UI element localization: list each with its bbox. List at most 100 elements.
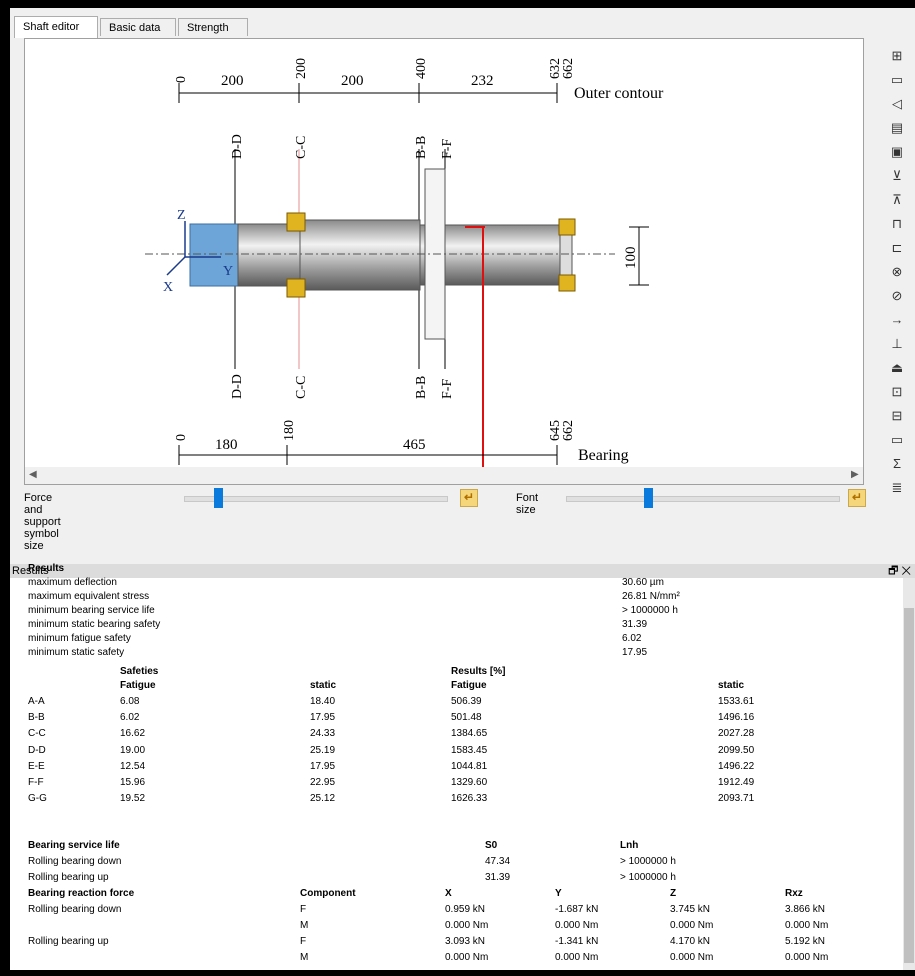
symbol-size-track[interactable] — [184, 496, 448, 502]
canvas-horizontal-scrollbar[interactable]: ◀ ▶ — [25, 467, 863, 484]
results-scrollbar[interactable] — [903, 578, 915, 970]
font-size-label: Font size — [516, 492, 539, 516]
col-rxz: Rxz — [785, 888, 803, 899]
safety-row-static-percent: 1496.22 — [718, 760, 755, 772]
summary-label: minimum fatigue safety — [28, 633, 131, 644]
section-label-top-dd: D-D — [230, 134, 245, 159]
axis-y-label: Y — [223, 264, 233, 279]
service-life-header: Bearing service life — [28, 840, 120, 851]
section-label-bottom-bb: B-B — [414, 376, 429, 399]
section-label-bottom-cc: C-C — [294, 376, 309, 399]
reaction-x: 0.000 Nm — [445, 952, 489, 963]
support-icon[interactable]: ⊓ — [889, 216, 905, 232]
safety-row-fatigue-percent: 1583.45 — [451, 744, 488, 756]
hollow-cone-icon[interactable]: ▣ — [889, 144, 905, 160]
summary-label: minimum static safety — [28, 647, 125, 658]
shoulder-icon[interactable]: ⏏ — [889, 360, 905, 376]
tab-basic-data[interactable]: Basic data — [100, 18, 176, 36]
safety-row-section: E-E — [28, 760, 45, 772]
symbol-size-slider-thumb[interactable] — [214, 488, 223, 508]
tab-shaft-editor[interactable]: Shaft editor — [14, 16, 98, 38]
results-scroll-thumb[interactable] — [904, 608, 914, 963]
groove-icon[interactable]: ⊗ — [889, 264, 905, 280]
safety-row-static-percent: 1496.16 — [718, 712, 755, 724]
safety-row-fatigue-percent: 1626.33 — [451, 793, 488, 805]
summary-label: minimum static bearing safety — [28, 619, 161, 630]
top-dim-1: 200 — [221, 73, 244, 89]
safety-row-fatigue-percent: 1044.81 — [451, 760, 488, 772]
reaction-component: F — [300, 936, 307, 947]
section-label-bottom-ff: F-F — [440, 379, 455, 399]
coupling-icon[interactable]: ⊥ — [889, 336, 905, 352]
gear-icon[interactable]: ⊡ — [889, 384, 905, 400]
results-percent-header: Results [%] — [451, 666, 506, 677]
font-size-slider-thumb[interactable] — [644, 488, 653, 508]
summary-label: maximum deflection — [28, 577, 117, 588]
top-tick-200: 200 — [294, 58, 309, 79]
summary-value: 31.39 — [622, 619, 648, 630]
section-label-bottom-dd: D-D — [230, 374, 245, 399]
pin-close-icon[interactable]: 🗗 ✕ — [888, 564, 911, 578]
reaction-component: F — [300, 904, 307, 915]
bearing-up-icon[interactable]: ⊼ — [889, 192, 905, 208]
table-icon[interactable]: ≣ — [889, 480, 905, 496]
shaft-canvas[interactable]: 200 200 232 Outer contour 0 200 400 632 … — [24, 38, 864, 485]
safety-row-static: 17.95 — [310, 712, 336, 724]
safety-row-fatigue: 16.62 — [120, 728, 146, 740]
safety-row-section: A-A — [28, 696, 45, 707]
top-tick-400: 400 — [414, 58, 429, 79]
diameter-label: 100 — [623, 247, 639, 270]
element-toolbar: ⊞ ▭ ◁ ▤ ▣ ⊻ ⊼ ⊓ ⊏ ⊗ ⊘ → ⊥ ⏏ ⊡ ⊟ ▭ Σ ≣ — [886, 48, 908, 504]
sigma-icon[interactable]: Σ — [889, 456, 905, 472]
cone-icon[interactable]: ◁ — [889, 96, 905, 112]
safety-row-static-percent: 2027.28 — [718, 728, 755, 740]
safety-row-fatigue-percent: 501.48 — [451, 712, 482, 724]
service-life-bearing: Rolling bearing down — [28, 856, 122, 867]
top-dim-2: 200 — [341, 73, 364, 89]
top-dim-3: 232 — [471, 73, 494, 89]
safety-row-static-percent: 2093.71 — [718, 793, 755, 805]
symbol-size-label: Force and support symbol size — [24, 492, 61, 552]
reaction-rxz: 3.866 kN — [785, 904, 826, 915]
scroll-right-icon[interactable]: ▶ — [851, 469, 859, 480]
summary-value: 30.60 µm — [622, 577, 664, 588]
service-life-s0: 31.39 — [485, 872, 511, 883]
tab-strength[interactable]: Strength — [178, 18, 248, 36]
reaction-y: -1.341 kN — [555, 936, 599, 947]
reaction-component: M — [300, 920, 309, 931]
cylinder-icon[interactable]: ⊞ — [889, 48, 905, 64]
scroll-left-icon[interactable]: ◀ — [29, 469, 37, 480]
reaction-z: 0.000 Nm — [670, 920, 714, 931]
bearing-down[interactable] — [286, 278, 306, 298]
bearing-right-down[interactable] — [558, 274, 576, 292]
thread-icon[interactable]: ▭ — [889, 432, 905, 448]
apply-font-size-button[interactable]: ↵ — [848, 489, 866, 507]
summary-value: > 1000000 h — [622, 605, 678, 616]
safety-row-section: C-C — [28, 728, 46, 740]
bearing-up[interactable] — [286, 212, 306, 232]
bottom-tick-662: 662 — [561, 420, 576, 441]
force-icon[interactable]: → — [889, 312, 905, 328]
notch-icon[interactable]: ⊏ — [889, 240, 905, 256]
summary-value: 17.95 — [622, 647, 648, 658]
apply-symbol-size-button[interactable]: ↵ — [460, 489, 478, 507]
key-icon[interactable]: ⊘ — [889, 288, 905, 304]
app-window: Shaft editor Basic data Strength 200 200… — [10, 8, 915, 970]
font-size-track[interactable] — [566, 496, 840, 502]
cylinder-2-icon[interactable]: ▭ — [889, 72, 905, 88]
hollow-cylinder-icon[interactable]: ▤ — [889, 120, 905, 136]
reaction-z: 3.745 kN — [670, 904, 711, 915]
bottom-tick-180: 180 — [282, 420, 297, 441]
safety-row-static: 22.95 — [310, 777, 336, 788]
shaft-segment-2[interactable] — [299, 219, 421, 291]
reaction-bearing: Rolling bearing up — [28, 936, 109, 947]
bearing-down-icon[interactable]: ⊻ — [889, 168, 905, 184]
results-summary-header: Results — [28, 563, 65, 574]
interference-icon[interactable]: ⊟ — [889, 408, 905, 424]
shaft-segment-1[interactable] — [237, 223, 301, 287]
reaction-y: -1.687 kN — [555, 904, 599, 915]
section-label-top-cc: C-C — [294, 136, 309, 159]
bearing-right-up[interactable] — [558, 218, 576, 236]
axis-x-label: X — [163, 280, 173, 295]
safety-row-fatigue-percent: 1384.65 — [451, 728, 488, 740]
